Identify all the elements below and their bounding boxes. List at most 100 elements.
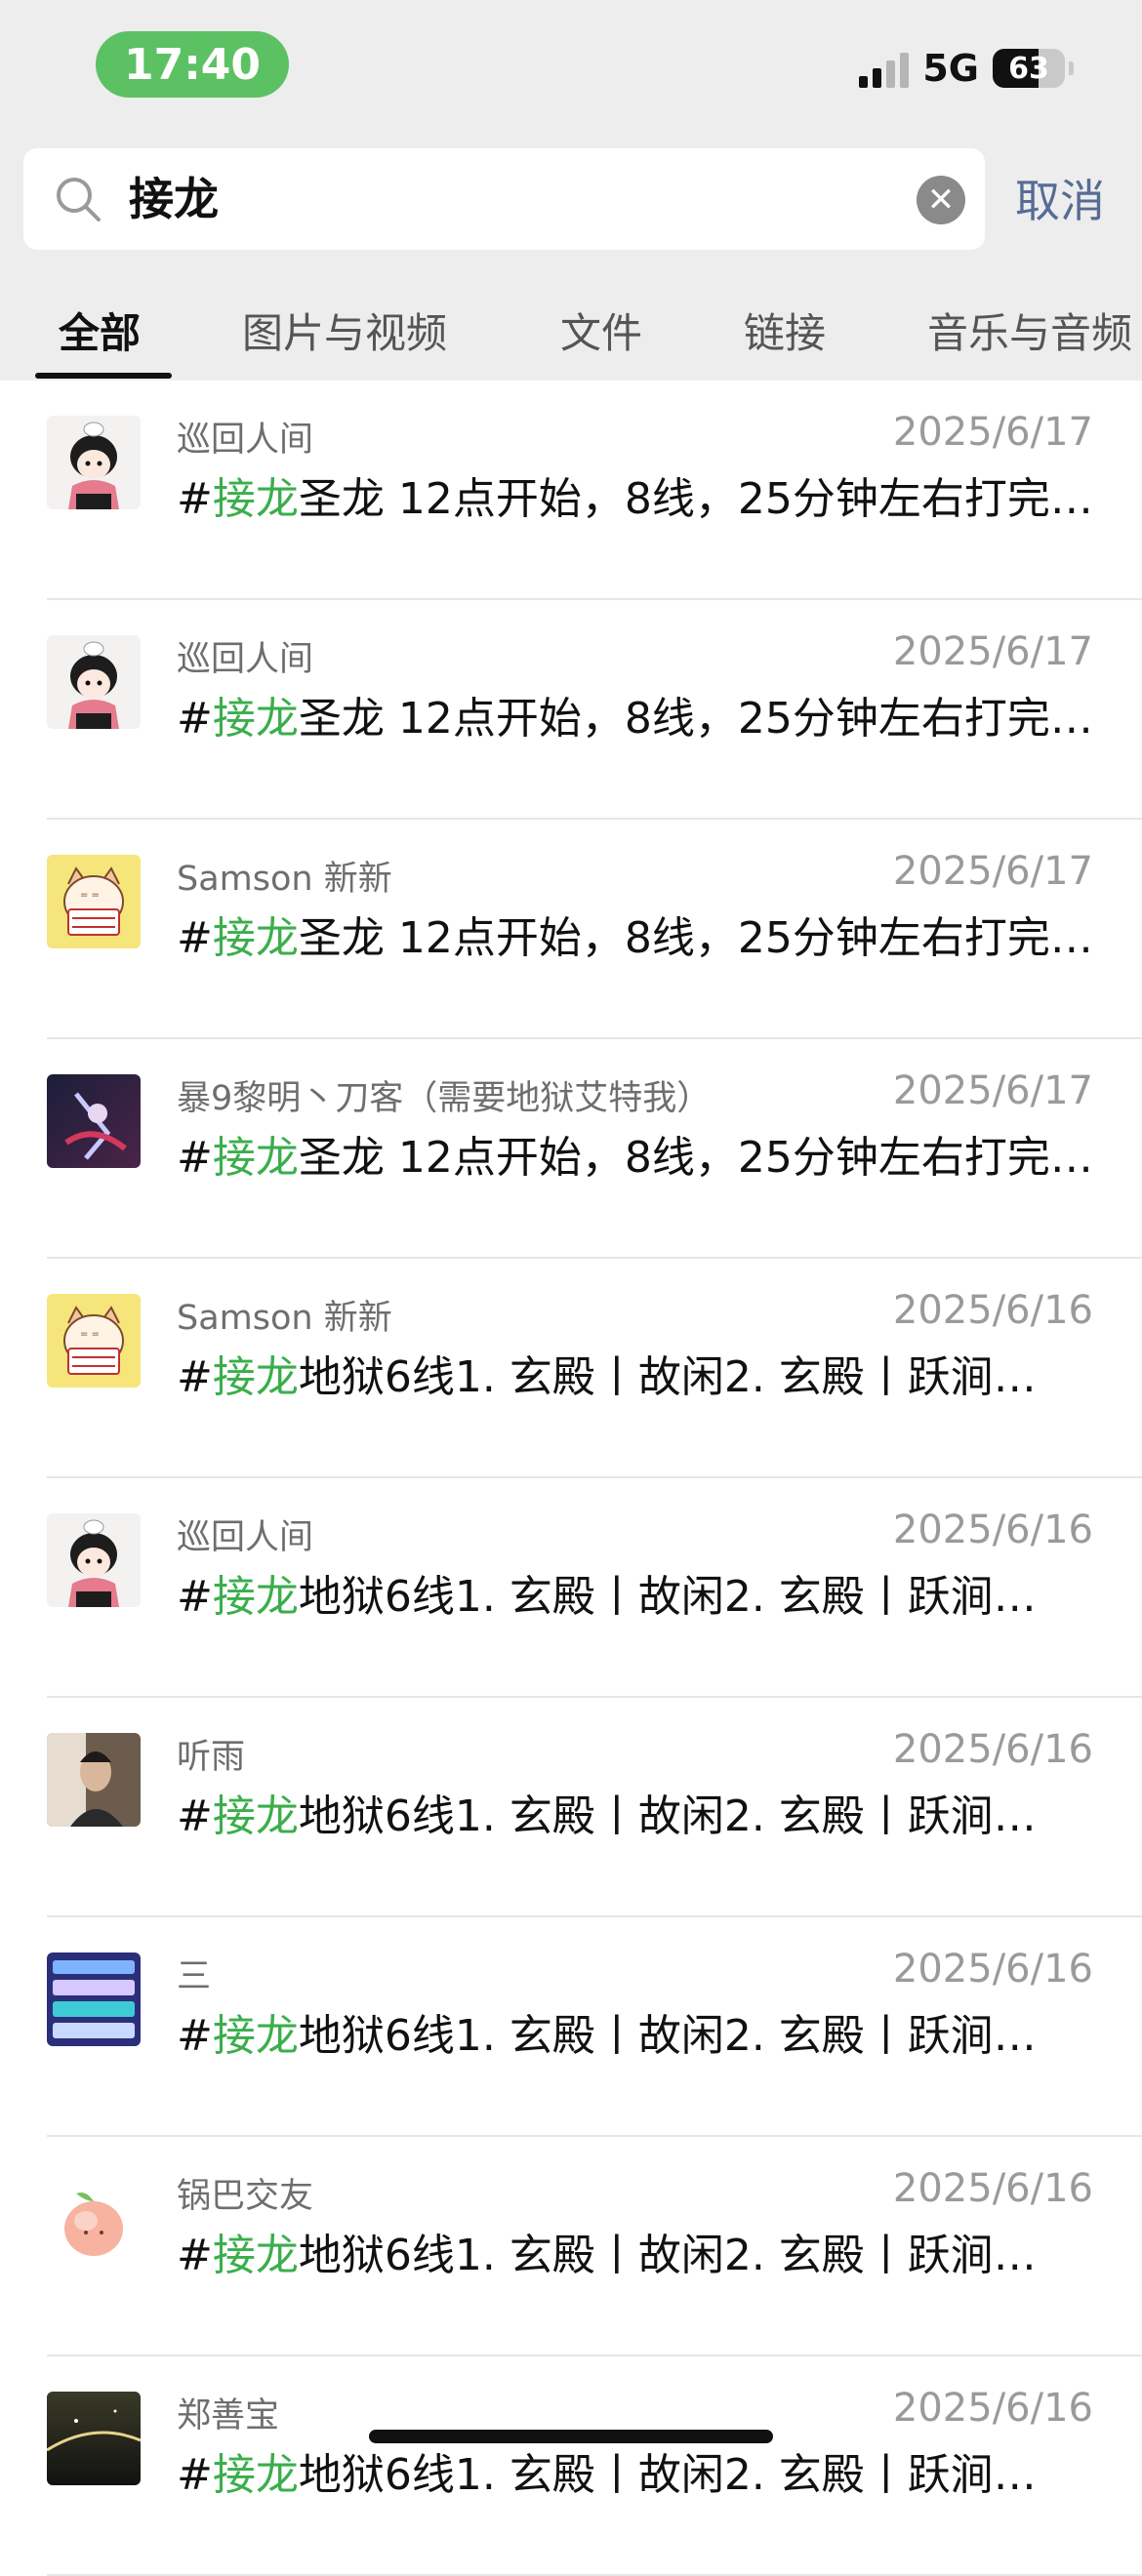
result-snippet: #接龙地狱6线1. 玄殿丨故闲2. 玄殿丨跃涧… bbox=[177, 1561, 1094, 1624]
result-sender: 巡回人间 bbox=[177, 1518, 314, 1557]
result-date: 2025/6/16 bbox=[892, 2166, 1093, 2211]
result-sender: Samson 新新 bbox=[177, 1299, 392, 1338]
snippet-keyword-highlight: 接龙 bbox=[212, 1791, 299, 1841]
search-result-item[interactable]: 巡回人间 2025/6/17 #接龙圣龙 12点开始，8线，25分钟左右打完… bbox=[0, 600, 1142, 820]
clear-search-icon[interactable]: ✕ bbox=[917, 176, 965, 224]
snippet-text: 地狱6线1. 玄殿丨故闲2. 玄殿丨跃涧… bbox=[298, 2231, 1037, 2280]
result-snippet: #接龙地狱6线1. 玄殿丨故闲2. 玄殿丨跃涧… bbox=[177, 2000, 1094, 2063]
snippet-prefix: # bbox=[177, 913, 213, 963]
snippet-prefix: # bbox=[177, 1133, 213, 1183]
result-date: 2025/6/16 bbox=[892, 1288, 1093, 1333]
tab-music-audio[interactable]: 音乐与音频 bbox=[927, 301, 1132, 360]
search-input[interactable]: 接龙 bbox=[129, 148, 219, 250]
search-result-item[interactable]: = = Samson 新新 2025/6/16 #接龙地狱6线1. 玄殿丨故闲2. 玄… bbox=[0, 1259, 1142, 1478]
result-date: 2025/6/17 bbox=[892, 1068, 1093, 1113]
result-date: 2025/6/17 bbox=[892, 410, 1093, 455]
result-date: 2025/6/16 bbox=[892, 1727, 1093, 1772]
snippet-prefix: # bbox=[177, 1572, 213, 1622]
snippet-text: 圣龙 12点开始，8线，25分钟左右打完… bbox=[298, 474, 1093, 524]
filter-tabs: 全部 图片与视频 文件 链接 音乐与音频 bbox=[0, 289, 1142, 381]
search-result-item[interactable]: 锅巴交友 2025/6/16 #接龙地狱6线1. 玄殿丨故闲2. 玄殿丨跃涧… bbox=[0, 2137, 1142, 2356]
snippet-keyword-highlight: 接龙 bbox=[212, 474, 299, 524]
peach-avatar bbox=[47, 2172, 141, 2266]
search-results-list: 巡回人间 2025/6/17 #接龙圣龙 12点开始，8线，25分钟左右打完… 巡回人… bbox=[0, 381, 1142, 2576]
snippet-text: 圣龙 12点开始，8线，25分钟左右打完… bbox=[298, 694, 1093, 744]
result-sender: 暴9黎明丶刀客（需要地狱艾特我） bbox=[177, 1079, 712, 1118]
snippet-keyword-highlight: 接龙 bbox=[212, 2231, 299, 2280]
snippet-keyword-highlight: 接龙 bbox=[212, 1352, 299, 1402]
result-snippet: #接龙圣龙 12点开始，8线，25分钟左右打完… bbox=[177, 463, 1094, 526]
snippet-keyword-highlight: 接龙 bbox=[212, 2011, 299, 2061]
snippet-text: 地狱6线1. 玄殿丨故闲2. 玄殿丨跃涧… bbox=[298, 1572, 1037, 1622]
snippet-text: 地狱6线1. 玄殿丨故闲2. 玄殿丨跃涧… bbox=[298, 1791, 1037, 1841]
search-result-item[interactable]: 三 2025/6/16 #接龙地狱6线1. 玄殿丨故闲2. 玄殿丨跃涧… bbox=[0, 1917, 1142, 2137]
snippet-prefix: # bbox=[177, 2450, 213, 2500]
search-result-item[interactable]: 郑善宝 2025/6/16 #接龙地狱6线1. 玄殿丨故闲2. 玄殿丨跃涧… bbox=[0, 2356, 1142, 2576]
tab-files[interactable]: 文件 bbox=[560, 301, 642, 360]
tab-all[interactable]: 全部 bbox=[59, 301, 141, 360]
battery-icon: 63 bbox=[993, 49, 1065, 88]
snippet-text: 地狱6线1. 玄殿丨故闲2. 玄殿丨跃涧… bbox=[298, 1352, 1037, 1402]
status-indicators: 5G 63 bbox=[859, 47, 1074, 90]
result-sender: 郑善宝 bbox=[177, 2396, 280, 2435]
search-result-item[interactable]: 巡回人间 2025/6/16 #接龙地狱6线1. 玄殿丨故闲2. 玄殿丨跃涧… bbox=[0, 1478, 1142, 1698]
result-snippet: #接龙圣龙 12点开始，8线，25分钟左右打完… bbox=[177, 1122, 1094, 1185]
svg-text:= =: = = bbox=[80, 890, 100, 901]
result-date: 2025/6/16 bbox=[892, 1947, 1093, 1992]
snippet-prefix: # bbox=[177, 694, 213, 744]
result-snippet: #接龙圣龙 12点开始，8线，25分钟左右打完… bbox=[177, 903, 1094, 965]
boy-avatar bbox=[47, 635, 141, 729]
search-result-item[interactable]: 巡回人间 2025/6/17 #接龙圣龙 12点开始，8线，25分钟左右打完… bbox=[0, 381, 1142, 600]
photo-avatar bbox=[47, 1733, 141, 1827]
game-character-avatar bbox=[47, 1074, 141, 1168]
snippet-prefix: # bbox=[177, 1352, 213, 1402]
snippet-text: 地狱6线1. 玄殿丨故闲2. 玄殿丨跃涧… bbox=[298, 2450, 1037, 2500]
battery-level: 63 bbox=[1008, 51, 1049, 86]
cat-sticker-avatar: = = bbox=[47, 1294, 141, 1388]
search-result-item[interactable]: = = Samson 新新 2025/6/17 #接龙圣龙 12点开始，8线，25分钟… bbox=[0, 820, 1142, 1039]
cat-sticker-avatar: = = bbox=[47, 855, 141, 948]
result-snippet: #接龙地狱6线1. 玄殿丨故闲2. 玄殿丨跃涧… bbox=[177, 2220, 1094, 2282]
snippet-prefix: # bbox=[177, 2231, 213, 2280]
search-icon bbox=[57, 178, 101, 221]
search-result-item[interactable]: 听雨 2025/6/16 #接龙地狱6线1. 玄殿丨故闲2. 玄殿丨跃涧… bbox=[0, 1698, 1142, 1917]
result-date: 2025/6/16 bbox=[892, 1508, 1093, 1552]
snippet-prefix: # bbox=[177, 1791, 213, 1841]
battery-tip bbox=[1069, 61, 1074, 75]
result-sender: 巡回人间 bbox=[177, 640, 314, 679]
snippet-prefix: # bbox=[177, 474, 213, 524]
result-snippet: #接龙圣龙 12点开始，8线，25分钟左右打完… bbox=[177, 683, 1094, 745]
header-area: 17:40 5G 63 接龙 ✕ 取消 全部 图片与视频 文件 链接 音乐与音频 bbox=[0, 0, 1142, 381]
cellular-signal-icon bbox=[859, 49, 910, 88]
snippet-keyword-highlight: 接龙 bbox=[212, 1572, 299, 1622]
tab-images-videos[interactable]: 图片与视频 bbox=[242, 301, 447, 360]
active-tab-indicator bbox=[35, 373, 172, 379]
boy-avatar bbox=[47, 1513, 141, 1607]
game-ui-avatar bbox=[47, 1952, 141, 2046]
search-bar[interactable]: 接龙 ✕ bbox=[23, 148, 985, 250]
snippet-text: 圣龙 12点开始，8线，25分钟左右打完… bbox=[298, 1133, 1093, 1183]
svg-text:= =: = = bbox=[80, 1329, 100, 1340]
tab-links[interactable]: 链接 bbox=[744, 301, 826, 360]
boy-avatar bbox=[47, 416, 141, 509]
search-result-item[interactable]: 暴9黎明丶刀客（需要地狱艾特我） 2025/6/17 #接龙圣龙 12点开始，8线，… bbox=[0, 1039, 1142, 1259]
result-date: 2025/6/17 bbox=[892, 849, 1093, 894]
cancel-button[interactable]: 取消 bbox=[1015, 166, 1105, 230]
snippet-keyword-highlight: 接龙 bbox=[212, 1133, 299, 1183]
result-snippet: #接龙地狱6线1. 玄殿丨故闲2. 玄殿丨跃涧… bbox=[177, 2439, 1094, 2502]
result-sender: 锅巴交友 bbox=[177, 2177, 314, 2216]
network-type: 5G bbox=[922, 47, 979, 90]
result-sender: Samson 新新 bbox=[177, 860, 392, 899]
snippet-text: 地狱6线1. 玄殿丨故闲2. 玄殿丨跃涧… bbox=[298, 2011, 1037, 2061]
snippet-keyword-highlight: 接龙 bbox=[212, 913, 299, 963]
snippet-text: 圣龙 12点开始，8线，25分钟左右打完… bbox=[298, 913, 1093, 963]
result-snippet: #接龙地狱6线1. 玄殿丨故闲2. 玄殿丨跃涧… bbox=[177, 1781, 1094, 1843]
result-sender: 三 bbox=[177, 1957, 212, 1996]
snippet-prefix: # bbox=[177, 2011, 213, 2061]
result-date: 2025/6/16 bbox=[892, 2386, 1093, 2431]
home-indicator[interactable] bbox=[369, 2430, 773, 2443]
status-time[interactable]: 17:40 bbox=[96, 31, 289, 98]
result-sender: 听雨 bbox=[177, 1738, 246, 1777]
snippet-keyword-highlight: 接龙 bbox=[212, 2450, 299, 2500]
snippet-keyword-highlight: 接龙 bbox=[212, 694, 299, 744]
